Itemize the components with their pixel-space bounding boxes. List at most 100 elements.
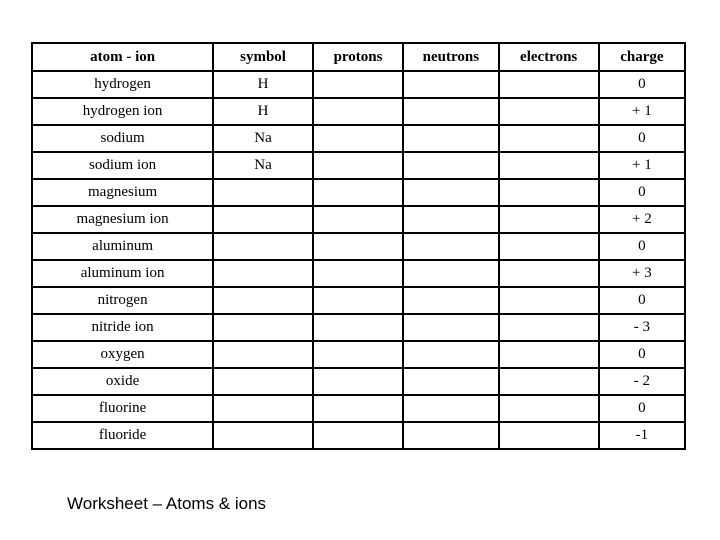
cell-atom-ion: aluminum ion	[30, 259, 215, 288]
table-row: sodium ion Na + 1	[30, 151, 687, 180]
column-header-neutrons: neutrons	[402, 42, 500, 72]
cell-neutrons[interactable]	[402, 70, 500, 99]
cell-symbol	[212, 178, 314, 207]
table-row: hydrogen H 0	[30, 70, 687, 99]
cell-symbol	[212, 421, 314, 450]
cell-electrons[interactable]	[497, 367, 600, 396]
cell-atom-ion: hydrogen ion	[30, 97, 215, 126]
cell-electrons[interactable]	[497, 286, 600, 315]
cell-charge: + 1	[597, 97, 687, 126]
cell-neutrons[interactable]	[402, 97, 500, 126]
table-row: nitrogen 0	[30, 286, 687, 315]
cell-atom-ion: oxygen	[30, 340, 215, 369]
cell-electrons[interactable]	[497, 259, 600, 288]
cell-atom-ion: magnesium	[30, 178, 215, 207]
cell-neutrons[interactable]	[402, 124, 500, 153]
cell-protons[interactable]	[311, 205, 405, 234]
table-row: aluminum ion + 3	[30, 259, 687, 288]
table-row: nitride ion - 3	[30, 313, 687, 342]
cell-neutrons[interactable]	[402, 286, 500, 315]
cell-symbol	[212, 232, 314, 261]
cell-neutrons[interactable]	[402, 394, 500, 423]
column-header-protons: protons	[311, 42, 405, 72]
cell-charge: 0	[597, 394, 687, 423]
cell-protons[interactable]	[311, 367, 405, 396]
table-row: magnesium 0	[30, 178, 687, 207]
cell-electrons[interactable]	[497, 151, 600, 180]
cell-protons[interactable]	[311, 151, 405, 180]
cell-symbol: H	[212, 97, 314, 126]
cell-symbol	[212, 286, 314, 315]
cell-electrons[interactable]	[497, 97, 600, 126]
cell-electrons[interactable]	[497, 205, 600, 234]
cell-protons[interactable]	[311, 259, 405, 288]
table-row: oxygen 0	[30, 340, 687, 369]
cell-symbol	[212, 394, 314, 423]
table-row: fluorine 0	[30, 394, 687, 423]
cell-protons[interactable]	[311, 286, 405, 315]
cell-atom-ion: hydrogen	[30, 70, 215, 99]
cell-neutrons[interactable]	[402, 205, 500, 234]
cell-charge: 0	[597, 178, 687, 207]
cell-charge: 0	[597, 340, 687, 369]
cell-atom-ion: aluminum	[30, 232, 215, 261]
cell-electrons[interactable]	[497, 313, 600, 342]
cell-atom-ion: magnesium ion	[30, 205, 215, 234]
cell-electrons[interactable]	[497, 232, 600, 261]
cell-protons[interactable]	[311, 394, 405, 423]
cell-symbol	[212, 340, 314, 369]
cell-electrons[interactable]	[497, 340, 600, 369]
cell-atom-ion: nitrogen	[30, 286, 215, 315]
cell-protons[interactable]	[311, 232, 405, 261]
cell-protons[interactable]	[311, 421, 405, 450]
cell-electrons[interactable]	[497, 124, 600, 153]
table-row: aluminum 0	[30, 232, 687, 261]
cell-protons[interactable]	[311, 70, 405, 99]
column-header-symbol: symbol	[212, 42, 314, 72]
cell-charge: + 3	[597, 259, 687, 288]
cell-atom-ion: oxide	[30, 367, 215, 396]
cell-neutrons[interactable]	[402, 232, 500, 261]
cell-symbol	[212, 259, 314, 288]
column-header-atom-ion: atom - ion	[30, 42, 215, 72]
cell-charge: 0	[597, 70, 687, 99]
cell-protons[interactable]	[311, 340, 405, 369]
worksheet-title: Worksheet – Atoms & ions	[67, 494, 267, 513]
cell-electrons[interactable]	[497, 394, 600, 423]
header-row: atom - ion symbol protons neutrons elect…	[30, 42, 687, 72]
cell-charge: + 2	[597, 205, 687, 234]
cell-electrons[interactable]	[497, 178, 600, 207]
cell-charge: - 3	[597, 313, 687, 342]
cell-symbol	[212, 367, 314, 396]
atoms-ions-table: atom - ion symbol protons neutrons elect…	[30, 42, 687, 450]
cell-neutrons[interactable]	[402, 421, 500, 450]
cell-protons[interactable]	[311, 178, 405, 207]
column-header-electrons: electrons	[497, 42, 600, 72]
table-row: sodium Na 0	[30, 124, 687, 153]
cell-protons[interactable]	[311, 313, 405, 342]
column-header-charge: charge	[597, 42, 687, 72]
cell-neutrons[interactable]	[402, 340, 500, 369]
cell-atom-ion: sodium ion	[30, 151, 215, 180]
cell-neutrons[interactable]	[402, 259, 500, 288]
cell-atom-ion: fluorine	[30, 394, 215, 423]
cell-protons[interactable]	[311, 124, 405, 153]
cell-symbol: Na	[212, 124, 314, 153]
table-row: fluoride -1	[30, 421, 687, 450]
cell-charge: 0	[597, 232, 687, 261]
cell-protons[interactable]	[311, 97, 405, 126]
cell-neutrons[interactable]	[402, 178, 500, 207]
cell-symbol	[212, 313, 314, 342]
cell-neutrons[interactable]	[402, 151, 500, 180]
cell-symbol: Na	[212, 151, 314, 180]
cell-electrons[interactable]	[497, 421, 600, 450]
cell-neutrons[interactable]	[402, 367, 500, 396]
table-row: magnesium ion + 2	[30, 205, 687, 234]
cell-charge: - 2	[597, 367, 687, 396]
cell-charge: 0	[597, 286, 687, 315]
cell-atom-ion: nitride ion	[30, 313, 215, 342]
cell-symbol	[212, 205, 314, 234]
cell-electrons[interactable]	[497, 70, 600, 99]
cell-neutrons[interactable]	[402, 313, 500, 342]
cell-charge: -1	[597, 421, 687, 450]
